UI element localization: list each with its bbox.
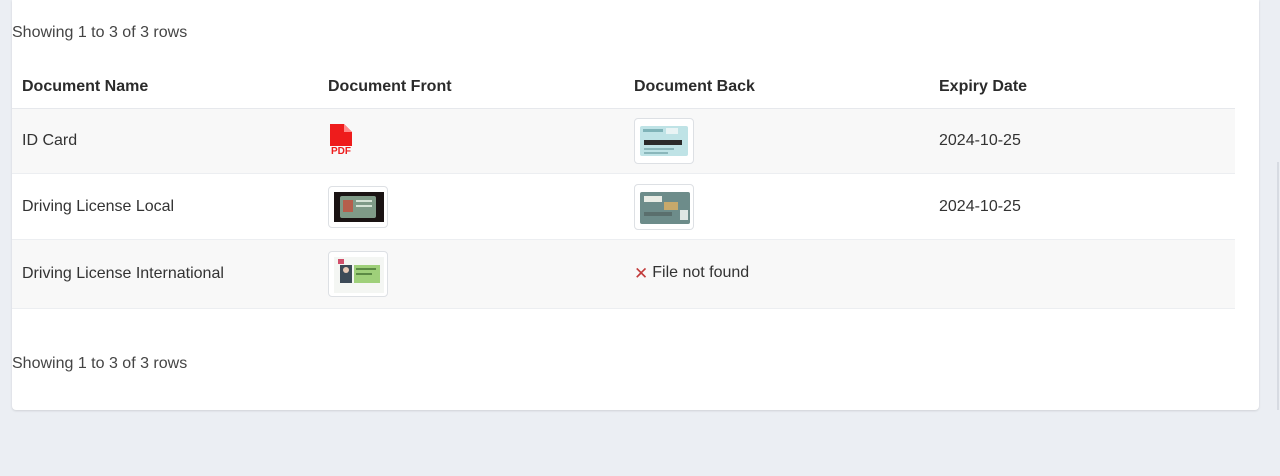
column-header-expiry-date[interactable]: Expiry Date bbox=[929, 65, 1235, 109]
file-not-found-message: ✕ File not found bbox=[634, 264, 749, 282]
table-header-row: Document Name Document Front Document Ba… bbox=[12, 65, 1235, 109]
document-front-cell bbox=[318, 240, 624, 309]
document-name-cell: Driving License Local bbox=[22, 197, 175, 215]
expiry-date-cell: 2024-10-25 bbox=[939, 132, 1021, 149]
document-name-cell: ID Card bbox=[22, 132, 78, 149]
pagination-summary-bottom: Showing 1 to 3 of 3 rows bbox=[12, 355, 188, 372]
file-not-found-text: File not found bbox=[652, 264, 750, 282]
column-header-document-name[interactable]: Document Name bbox=[12, 65, 318, 109]
pdf-label: PDF bbox=[331, 146, 351, 155]
table-row: Driving License International ✕ File not… bbox=[12, 239, 1235, 309]
document-front-cell bbox=[318, 174, 624, 240]
pagination-summary-top: Showing 1 to 3 of 3 rows bbox=[12, 24, 188, 41]
license-back-thumbnail[interactable] bbox=[634, 183, 694, 230]
intl-license-thumbnail[interactable] bbox=[328, 251, 388, 297]
document-front-cell: PDF bbox=[318, 109, 624, 174]
scrollbar[interactable] bbox=[1277, 162, 1279, 410]
close-icon: ✕ bbox=[634, 263, 649, 283]
column-header-document-front[interactable]: Document Front bbox=[318, 65, 624, 109]
document-back-cell: ✕ File not found bbox=[624, 240, 929, 309]
table-row: ID Card PDF 2024-10-25 bbox=[12, 108, 1235, 174]
expiry-date-cell bbox=[929, 240, 1235, 309]
documents-table: Document Name Document Front Document Ba… bbox=[12, 65, 1235, 309]
pdf-file-icon[interactable]: PDF bbox=[328, 123, 356, 160]
document-back-cell bbox=[624, 109, 929, 174]
column-header-document-back[interactable]: Document Back bbox=[624, 65, 929, 109]
document-name-cell: Driving License International bbox=[22, 265, 224, 282]
document-back-cell bbox=[624, 174, 929, 240]
license-front-thumbnail[interactable] bbox=[328, 185, 388, 228]
id-card-back-thumbnail[interactable] bbox=[634, 118, 694, 164]
table-row: Driving License Local 2024-10-25 bbox=[12, 174, 1235, 240]
expiry-date-cell: 2024-10-25 bbox=[939, 197, 1021, 215]
